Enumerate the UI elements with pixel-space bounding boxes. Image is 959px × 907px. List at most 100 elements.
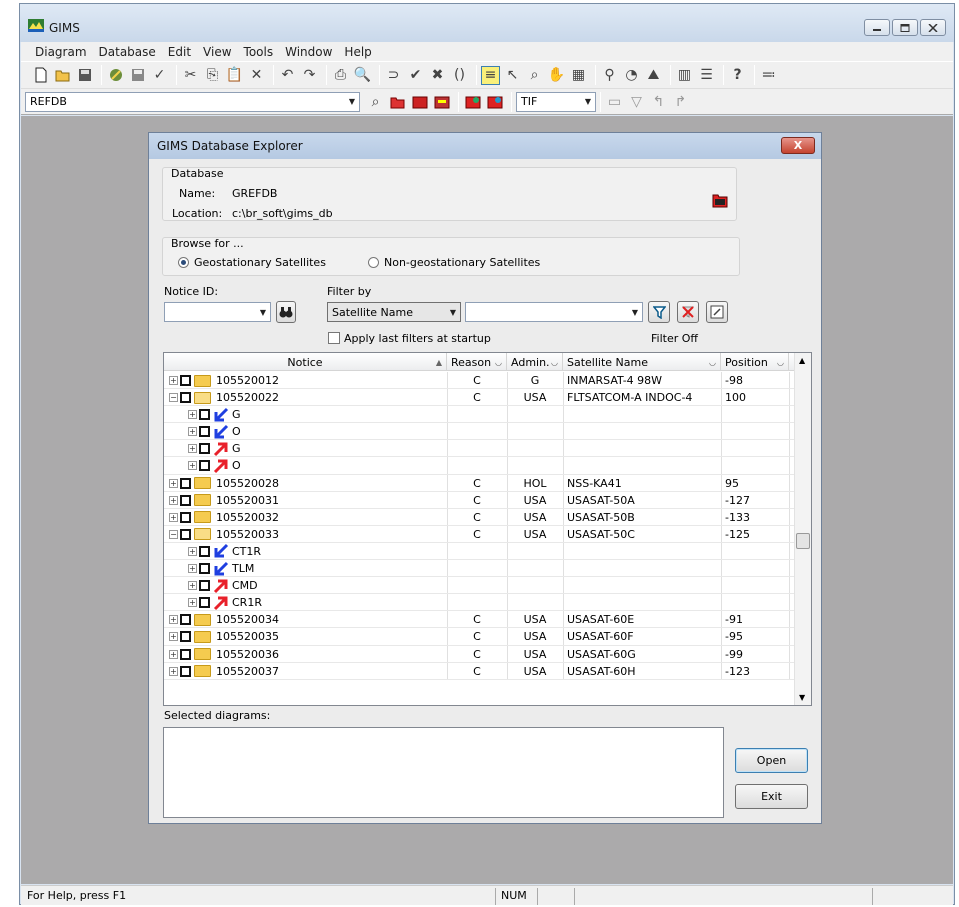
filter-field-select[interactable]: Satellite Name ▼ (327, 302, 461, 322)
row-checkbox[interactable] (180, 511, 191, 523)
expand-icon[interactable]: + (188, 444, 197, 454)
row-checkbox[interactable] (199, 580, 210, 592)
row-checkbox[interactable] (180, 528, 191, 540)
database-open-icon[interactable] (388, 92, 407, 111)
selected-diagrams-list[interactable] (163, 727, 724, 818)
expand-icon[interactable]: + (169, 512, 178, 522)
copy-icon[interactable]: ⎘ (203, 66, 222, 85)
row-checkbox[interactable] (180, 614, 191, 626)
filter-icon[interactable]: ▽ (627, 92, 646, 111)
expand-icon[interactable]: + (188, 427, 197, 437)
open-button[interactable]: Open (735, 748, 808, 773)
row-checkbox[interactable] (199, 426, 210, 438)
validate-icon[interactable]: ✔ (406, 66, 425, 85)
open-folder-icon[interactable] (53, 66, 72, 85)
row-checkbox[interactable] (180, 648, 191, 660)
delete-icon[interactable]: ✕ (247, 66, 266, 85)
check-spelling-icon[interactable]: ✓ (150, 66, 169, 85)
paste-icon[interactable]: 📋 (225, 66, 244, 85)
table-row[interactable]: +105520034 C USA USASAT-60E -91 (164, 611, 794, 629)
expand-icon[interactable]: + (169, 478, 178, 488)
expand-icon[interactable]: + (169, 666, 178, 676)
filter-value-select[interactable]: ▼ (465, 302, 643, 322)
row-checkbox[interactable] (180, 392, 191, 404)
expand-icon[interactable]: + (188, 598, 197, 608)
print-preview-icon[interactable]: 🔍 (353, 66, 372, 85)
database-add-icon[interactable] (410, 92, 429, 111)
table-row-child[interactable]: + G (164, 406, 794, 424)
redo-icon[interactable]: ↷ (300, 66, 319, 85)
table-row-child[interactable]: + O (164, 423, 794, 441)
column-header-admin[interactable]: Admin. ◡ (507, 353, 563, 371)
scroll-up-icon[interactable]: ▲ (799, 356, 805, 365)
column-header-reason[interactable]: Reason ◡ (447, 353, 507, 371)
non-geostationary-radio-label[interactable]: Non-geostationary Satellites (384, 256, 540, 269)
context-help-icon[interactable]: ? (728, 66, 747, 85)
layout-icon[interactable]: ▦ (569, 66, 588, 85)
table-row[interactable]: − 105520022 C USA FLTSATCOM-A INDOC-4 100 (164, 389, 794, 407)
back-icon[interactable]: ↰ (649, 92, 668, 111)
expand-icon[interactable]: + (169, 376, 178, 385)
table-row-child[interactable]: + G (164, 440, 794, 458)
collapse-icon[interactable]: − (169, 393, 178, 403)
table-row[interactable]: +105520037 C USA USASAT-60H -123 (164, 662, 794, 680)
notes-icon[interactable]: ≡ (481, 65, 500, 85)
close-button[interactable] (920, 19, 946, 36)
menu-database[interactable]: Database (93, 45, 162, 59)
geostationary-radio[interactable] (178, 257, 189, 268)
row-checkbox[interactable] (199, 443, 210, 455)
scrollbar-thumb[interactable] (796, 533, 810, 549)
table-row[interactable]: +105520028 C HOL NSS-KA41 95 (164, 474, 794, 492)
scroll-down-icon[interactable]: ▼ (799, 693, 805, 702)
database-filter-icon[interactable] (463, 92, 482, 111)
apply-last-filters-label[interactable]: Apply last filters at startup (344, 332, 491, 345)
table-row[interactable]: +105520032 C USA USASAT-50B -133 (164, 508, 794, 526)
antenna-icon[interactable]: ⚲ (600, 66, 619, 85)
column-header-notice[interactable]: Notice ▲ (164, 353, 447, 371)
expand-icon[interactable]: + (188, 564, 197, 574)
database-select[interactable]: REFDB ▼ (25, 91, 360, 112)
menu-view[interactable]: View (197, 45, 237, 59)
new-icon[interactable] (31, 66, 50, 85)
save-all-icon[interactable] (128, 66, 147, 85)
chart-icon[interactable]: ▥ (675, 66, 694, 85)
cut-icon[interactable]: ✂ (181, 66, 200, 85)
arc-tool-icon[interactable]: ⊃ (384, 66, 403, 85)
row-checkbox[interactable] (180, 494, 191, 506)
row-checkbox[interactable] (199, 597, 210, 609)
cancel-icon[interactable]: ✖ (428, 66, 447, 85)
table-row-child[interactable]: + O (164, 457, 794, 475)
expand-icon[interactable]: + (169, 615, 178, 625)
table-row[interactable]: +105520036 C USA USASAT-60G -99 (164, 645, 794, 663)
row-checkbox[interactable] (199, 460, 210, 472)
zoom-icon[interactable]: ⌕ (525, 66, 544, 85)
expand-icon[interactable]: + (188, 410, 197, 420)
row-checkbox[interactable] (199, 563, 210, 575)
apply-last-filters-checkbox[interactable] (328, 332, 340, 344)
geostationary-radio-label[interactable]: Geostationary Satellites (194, 256, 326, 269)
filter-settings-button[interactable] (706, 301, 728, 323)
exit-button[interactable]: Exit (735, 784, 808, 809)
forward-icon[interactable]: ↱ (671, 92, 690, 111)
find-notice-button[interactable] (276, 301, 296, 323)
expand-icon[interactable]: + (188, 546, 197, 556)
expand-icon[interactable]: + (169, 495, 178, 505)
save-icon[interactable] (75, 66, 94, 85)
table-row[interactable]: +105520031 C USA USASAT-50A -127 (164, 491, 794, 509)
database-edit-icon[interactable] (432, 92, 451, 111)
menu-diagram[interactable]: Diagram (29, 45, 93, 59)
table-row[interactable]: − 105520033 C USA USASAT-50C -125 (164, 525, 794, 543)
collapse-icon[interactable]: − (169, 529, 178, 539)
apply-filter-button[interactable] (648, 301, 670, 323)
menu-window[interactable]: Window (279, 45, 338, 59)
export-icon[interactable]: ▭ (605, 92, 624, 111)
print-icon[interactable]: ⎙ (331, 66, 350, 85)
row-checkbox[interactable] (180, 665, 191, 677)
column-header-satellite-name[interactable]: Satellite Name ◡ (563, 353, 721, 371)
legend-icon[interactable]: ≕ (759, 66, 778, 85)
pan-icon[interactable]: ✋ (547, 66, 566, 85)
row-checkbox[interactable] (199, 409, 210, 421)
select-pointer-icon[interactable]: ↖ (503, 66, 522, 85)
expand-icon[interactable]: + (188, 581, 197, 591)
maximize-button[interactable] (892, 19, 918, 36)
